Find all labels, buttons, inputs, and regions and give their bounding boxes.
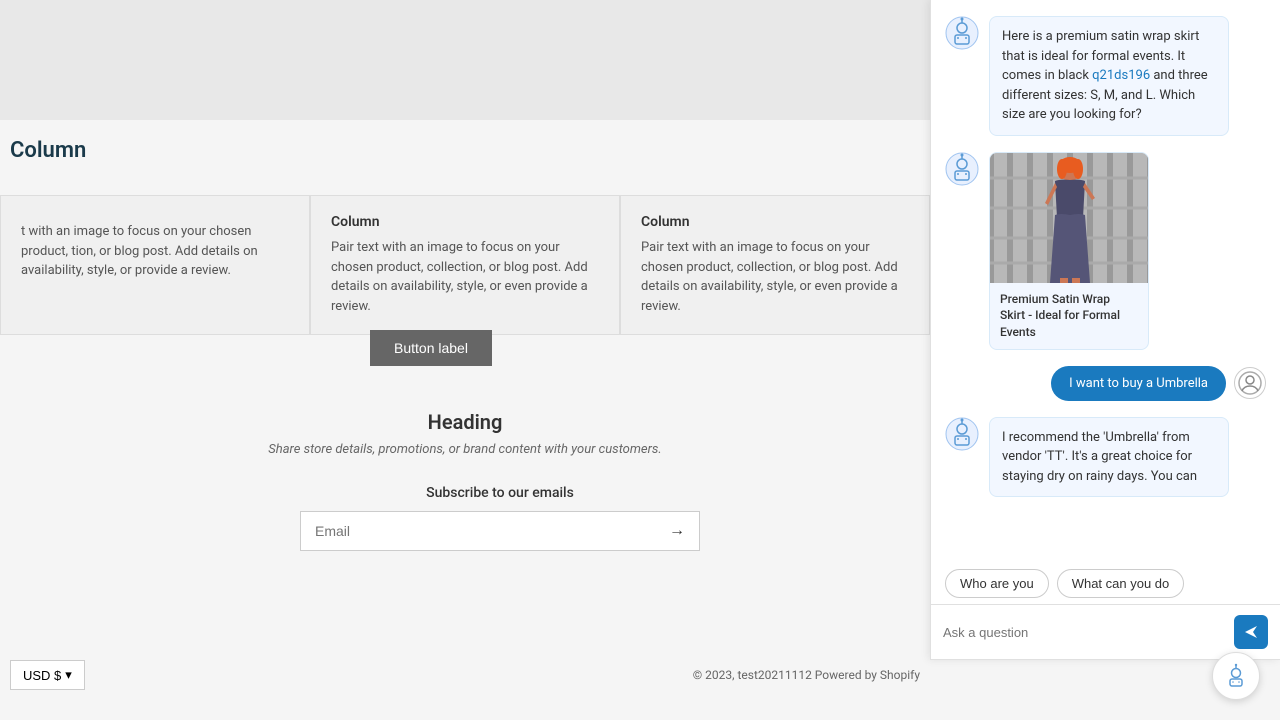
- user-bubble: I want to buy a Umbrella: [1051, 366, 1226, 401]
- copyright-text: © 2023, test20211112 Powered by Shopify: [693, 668, 920, 682]
- button-wrap: Button label: [370, 330, 492, 366]
- column-1-text: t with an image to focus on your chosen …: [21, 222, 289, 281]
- email-submit-button[interactable]: →: [655, 512, 699, 550]
- columns-section: t with an image to focus on your chosen …: [0, 195, 930, 335]
- product-card-title: Premium Satin Wrap Skirt - Ideal for For…: [990, 283, 1148, 349]
- column-2: Column Pair text with an image to focus …: [310, 195, 620, 335]
- footer: USD $ ▾ © 2023, test20211112 Powered by …: [0, 660, 930, 690]
- bot-avatar-3: [945, 417, 979, 451]
- section-heading: Column: [10, 138, 86, 163]
- column-3-text: Pair text with an image to focus on your…: [641, 238, 909, 316]
- column-button[interactable]: Button label: [370, 330, 492, 366]
- column-3: Column Pair text with an image to focus …: [620, 195, 930, 335]
- quick-replies: Who are you What can you do: [931, 561, 1280, 604]
- email-input[interactable]: [301, 512, 655, 550]
- column-3-title: Column: [641, 214, 909, 230]
- currency-label: USD $: [23, 668, 61, 683]
- bot-message-1: Here is a premium satin wrap skirt that …: [945, 16, 1266, 136]
- column-1: t with an image to focus on your chosen …: [0, 195, 310, 335]
- chat-widget: Here is a premium satin wrap skirt that …: [930, 0, 1280, 660]
- bot-avatar-1: [945, 16, 979, 50]
- quick-reply-what[interactable]: What can you do: [1057, 569, 1185, 598]
- chat-messages: Here is a premium satin wrap skirt that …: [931, 0, 1280, 561]
- bot-partial-bubble: I recommend the 'Umbrella' from vendor '…: [989, 417, 1229, 498]
- heading-title: Heading: [0, 410, 930, 434]
- send-button[interactable]: [1234, 615, 1268, 649]
- user-avatar: [1234, 367, 1266, 399]
- subscribe-label: Subscribe to our emails: [300, 485, 700, 501]
- currency-chevron-icon: ▾: [65, 667, 72, 683]
- chat-input[interactable]: [943, 625, 1226, 640]
- bot-partial-row: I recommend the 'Umbrella' from vendor '…: [945, 417, 1266, 498]
- bot-bubble-1: Here is a premium satin wrap skirt that …: [989, 16, 1229, 136]
- bot-avatar-2: [945, 152, 979, 186]
- subscribe-section: Subscribe to our emails →: [300, 485, 700, 551]
- heading-section: Heading Share store details, promotions,…: [0, 410, 930, 457]
- product-image: [990, 153, 1149, 283]
- chat-fab-button[interactable]: [1212, 652, 1260, 700]
- bot-product-row: Premium Satin Wrap Skirt - Ideal for For…: [945, 152, 1266, 350]
- product-card[interactable]: Premium Satin Wrap Skirt - Ideal for For…: [989, 152, 1149, 350]
- chat-input-area: [931, 604, 1280, 659]
- column-2-text: Pair text with an image to focus on your…: [331, 238, 599, 316]
- quick-reply-who[interactable]: Who are you: [945, 569, 1049, 598]
- column-2-title: Column: [331, 214, 599, 230]
- currency-selector[interactable]: USD $ ▾: [10, 660, 85, 690]
- main-page: Column t with an image to focus on your …: [0, 0, 1280, 720]
- heading-subtitle: Share store details, promotions, or bran…: [0, 442, 930, 457]
- email-form: →: [300, 511, 700, 551]
- user-message-row: I want to buy a Umbrella: [945, 366, 1266, 401]
- top-banner: [0, 0, 930, 120]
